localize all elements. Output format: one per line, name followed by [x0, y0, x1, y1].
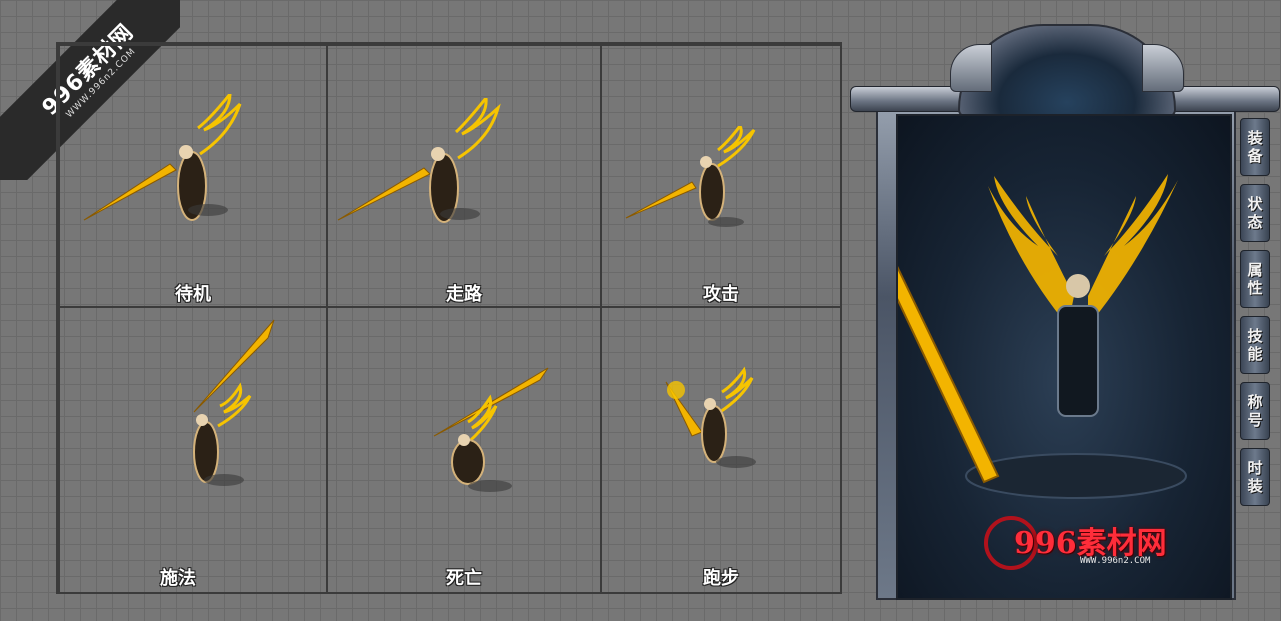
action-label: 攻击: [703, 284, 739, 305]
tab-attributes[interactable]: 属性: [1240, 250, 1270, 308]
panel-crest: [950, 24, 1184, 118]
cell-cast[interactable]: 施法: [58, 306, 328, 594]
cell-attack[interactable]: 攻击: [600, 44, 842, 308]
tab-status[interactable]: 状态: [1240, 184, 1270, 242]
walk-sprite: [337, 98, 501, 223]
logo-url: WWW.996n2.COM: [1080, 556, 1151, 566]
action-label: 走路: [446, 284, 482, 305]
crest-horn-left: [950, 44, 992, 92]
crest-horn-right: [1142, 44, 1184, 92]
animation-sheet: 待机 走路 攻击 施法 死亡 跑步: [56, 42, 842, 594]
cast-sprite: [193, 319, 275, 486]
site-logo: 996素材网 WWW.996n2.COM: [970, 510, 1190, 574]
cell-death[interactable]: 死亡: [326, 306, 602, 594]
tab-fashion[interactable]: 时装: [1240, 448, 1270, 506]
action-label: 待机: [175, 284, 211, 305]
action-label: 施法: [160, 568, 196, 589]
cell-run[interactable]: 跑步: [600, 306, 842, 594]
tab-titles[interactable]: 称号: [1240, 382, 1270, 440]
tab-skills[interactable]: 技能: [1240, 316, 1270, 374]
action-label: 跑步: [703, 568, 739, 589]
idle-sprite: [83, 94, 242, 221]
cell-walk[interactable]: 走路: [326, 44, 602, 308]
death-sprite: [433, 367, 549, 492]
run-sprite: [665, 366, 756, 468]
cell-idle[interactable]: 待机: [58, 44, 328, 308]
attack-sprite: [625, 126, 756, 227]
action-label: 死亡: [446, 568, 482, 589]
tab-equipment[interactable]: 装备: [1240, 118, 1270, 176]
panel-side-tabs: 装备 状态 属性 技能 称号 时装: [1240, 118, 1274, 514]
